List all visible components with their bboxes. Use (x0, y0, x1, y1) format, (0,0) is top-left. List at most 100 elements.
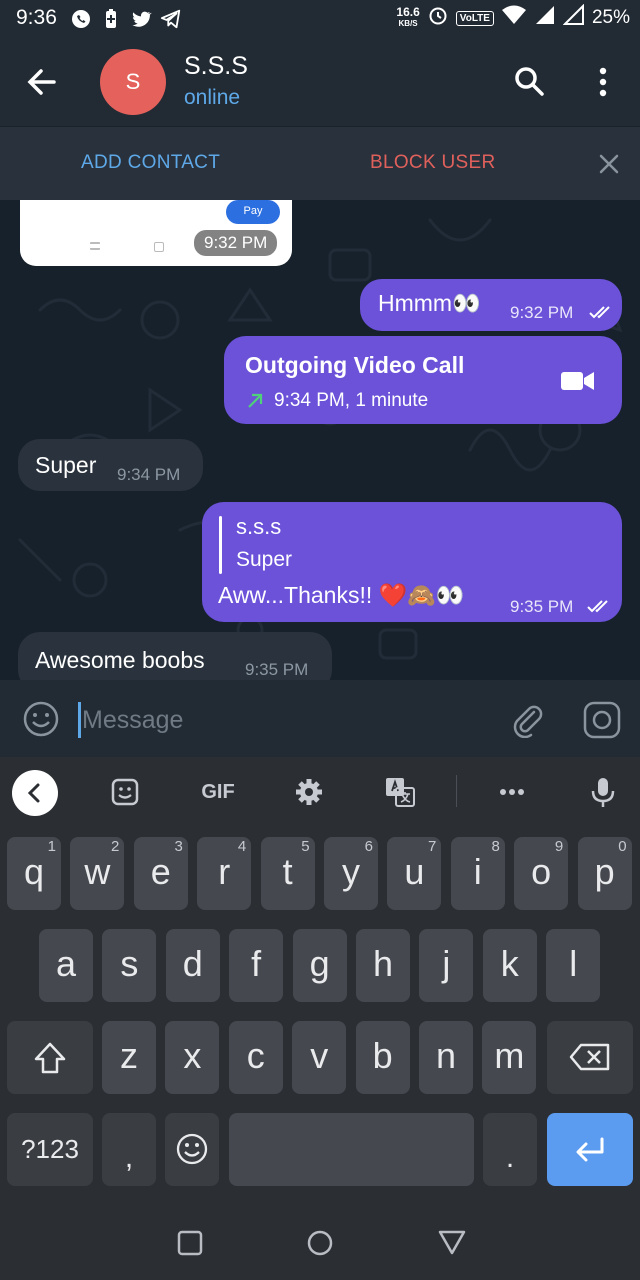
shift-key[interactable] (7, 1021, 93, 1094)
backspace-key[interactable] (547, 1021, 633, 1094)
key-number-hint: 2 (111, 838, 120, 855)
sticker-icon[interactable] (108, 775, 142, 809)
translate-icon[interactable] (383, 775, 417, 809)
signal-icon (534, 4, 556, 32)
status-time: 9:36 (16, 6, 57, 29)
key-label: w (84, 851, 111, 892)
chat-area[interactable]: Pay 9:32 PM Hmmm👀 9:32 PM Outgoing Video… (0, 200, 640, 680)
system-nav-bar (0, 1207, 640, 1280)
symbols-key[interactable]: ?123 (7, 1113, 93, 1186)
key-k[interactable]: k (482, 929, 537, 1002)
key-number-hint: 8 (491, 838, 500, 855)
double-check-icon (589, 306, 610, 319)
call-title: Outgoing Video Call (245, 352, 465, 378)
battery-saver-icon (100, 8, 122, 30)
contact-name[interactable]: S.S.S (184, 52, 248, 81)
message-bubble-incoming[interactable]: Awesome boobs 9:35 PM (18, 632, 332, 680)
signal-empty-icon (562, 3, 585, 32)
key-u[interactable]: u7 (387, 837, 442, 910)
key-number-hint: 7 (428, 838, 437, 855)
key-n[interactable]: n (419, 1021, 473, 1094)
microphone-icon[interactable] (586, 775, 620, 809)
message-bubble-incoming[interactable]: Super 9:34 PM (18, 439, 203, 491)
key-d[interactable]: d (165, 929, 220, 1002)
paperclip-icon[interactable] (508, 700, 546, 739)
key-b[interactable]: b (355, 1021, 410, 1094)
key-e[interactable]: e3 (133, 837, 188, 910)
space-key[interactable] (229, 1113, 474, 1186)
key-number-hint: 4 (237, 838, 247, 855)
previous-image-message[interactable]: Pay 9:32 PM (20, 200, 292, 266)
home-circle-icon[interactable] (302, 1225, 338, 1261)
message-time: 9:35 PM (245, 660, 309, 679)
key-i[interactable]: i8 (450, 837, 505, 910)
key-p[interactable]: p0 (577, 837, 632, 910)
key-number-hint: 3 (174, 838, 183, 855)
key-y[interactable]: y6 (324, 837, 378, 910)
message-input-bar (0, 680, 640, 757)
search-icon[interactable] (510, 62, 550, 102)
message-input[interactable] (82, 700, 482, 740)
message-time: 9:34 PM (117, 465, 181, 484)
menu-icon (90, 242, 100, 250)
network-speed: 16.6 KB/S (396, 5, 420, 28)
back-triangle-icon[interactable] (434, 1225, 470, 1261)
message-time: 9:35 PM (510, 597, 574, 616)
message-bubble-outgoing[interactable]: Hmmm👀 9:32 PM (360, 279, 622, 331)
key-a[interactable]: a (39, 929, 93, 1002)
key-s[interactable]: s (102, 929, 157, 1002)
more-options-icon[interactable] (588, 62, 618, 102)
enter-key[interactable] (547, 1113, 633, 1186)
gif-button[interactable]: GIF (196, 775, 240, 809)
key-w[interactable]: w2 (70, 837, 125, 910)
outgoing-arrow-icon (248, 393, 263, 408)
key-m[interactable]: m (482, 1021, 537, 1094)
key-label: t (282, 851, 293, 892)
add-contact-button[interactable]: ADD CONTACT (81, 152, 220, 174)
contact-status: online (184, 86, 241, 109)
key-f[interactable]: f (229, 929, 284, 1002)
video-camera-icon[interactable] (560, 370, 596, 392)
key-label: q (23, 851, 45, 892)
back-arrow-icon[interactable] (22, 62, 62, 102)
key-number-hint: 5 (301, 838, 310, 855)
key-j[interactable]: j (419, 929, 474, 1002)
key-q[interactable]: q1 (7, 837, 61, 910)
message-bubble-outgoing[interactable]: s.s.s Super Aww...Thanks!! ❤️🙈👀 9:35 PM (202, 502, 622, 622)
keyboard: GIF q1w2e3r4t5y6u7i8o9p0asdfghjklzxcvbnm… (0, 757, 640, 1207)
key-l[interactable]: l (546, 929, 601, 1002)
comma-key[interactable]: , (102, 1113, 156, 1186)
reply-author: s.s.s (236, 514, 282, 539)
chevron-left-icon[interactable] (12, 770, 58, 816)
text-cursor (78, 702, 81, 738)
avatar[interactable]: S (100, 49, 166, 115)
camera-icon[interactable] (582, 700, 622, 740)
period-key[interactable]: . (483, 1113, 537, 1186)
message-text: Hmmm👀 (378, 290, 481, 316)
close-icon[interactable] (596, 151, 622, 177)
key-v[interactable]: v (292, 1021, 347, 1094)
settings-gear-icon[interactable] (292, 775, 326, 809)
key-o[interactable]: o9 (514, 837, 569, 910)
key-label: u (404, 851, 425, 892)
key-c[interactable]: c (228, 1021, 283, 1094)
emoji-icon[interactable] (22, 700, 60, 738)
telegram-chat-screen: 9:36 16.6 KB/S VoLTE 25% S S.S.S online … (0, 0, 640, 1280)
emoji-key[interactable] (165, 1113, 219, 1186)
reply-bar (219, 516, 222, 574)
block-user-button[interactable]: BLOCK USER (370, 152, 495, 174)
contact-action-bar: ADD CONTACT BLOCK USER (0, 126, 640, 200)
recents-square-icon[interactable] (172, 1225, 208, 1261)
alarm-icon (427, 4, 449, 32)
key-h[interactable]: h (356, 929, 410, 1002)
key-r[interactable]: r4 (197, 837, 252, 910)
key-x[interactable]: x (165, 1021, 220, 1094)
key-label: o (531, 851, 552, 892)
key-t[interactable]: t5 (260, 837, 315, 910)
system-status-icons: 16.6 KB/S VoLTE 25% (396, 3, 630, 32)
key-g[interactable]: g (292, 929, 347, 1002)
key-z[interactable]: z (102, 1021, 156, 1094)
message-time: 9:32 PM (194, 230, 278, 256)
more-horizontal-icon[interactable] (495, 775, 529, 809)
call-message-bubble[interactable]: Outgoing Video Call 9:34 PM, 1 minute (224, 336, 622, 424)
